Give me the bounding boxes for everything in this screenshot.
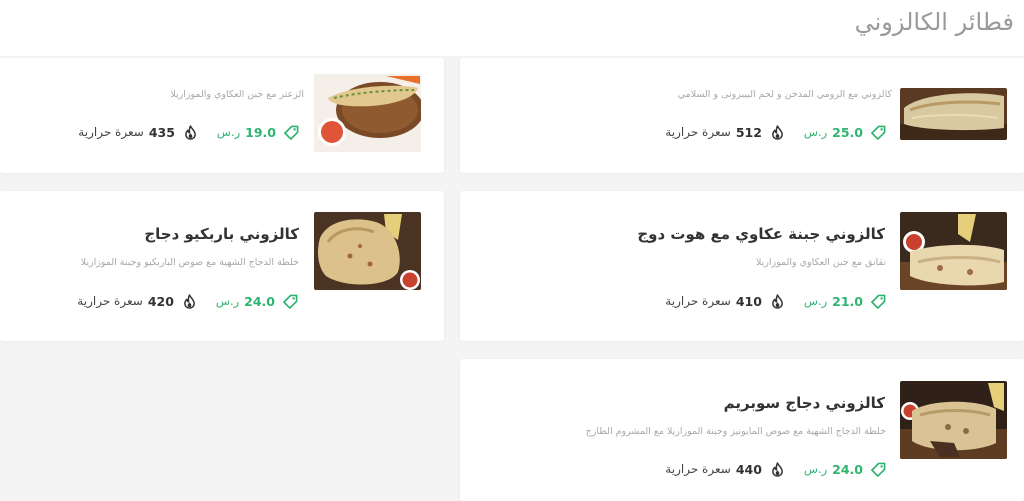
item-price: 21.0	[832, 293, 863, 309]
item-photo	[900, 212, 1007, 290]
currency-label: ر.س	[215, 294, 240, 308]
item-description: الزعتر مع جبن العكاوي والموزاريلا	[170, 89, 304, 100]
item-description: نقانق مع جبن العكاوي والموزاريلا	[755, 257, 886, 268]
menu-item-card[interactable]: كالزوني جبنة عكاوي مع هوت دوج نقانق مع ج…	[460, 191, 1024, 341]
price-tag-icon	[871, 294, 886, 309]
item-meta: سعرة حرارية 420 ر.س 24.0	[77, 292, 298, 310]
calories-label: سعرة حرارية	[665, 294, 731, 308]
calories-label: سعرة حرارية	[78, 125, 144, 139]
item-price: 24.0	[832, 461, 863, 477]
item-calories: 440	[735, 461, 762, 477]
item-calories: 410	[735, 293, 762, 309]
flame-icon	[771, 294, 784, 309]
currency-label: ر.س	[803, 294, 828, 308]
calories-label: سعرة حرارية	[77, 294, 143, 308]
price-tag-icon	[871, 462, 886, 477]
calories-label: سعرة حرارية	[665, 125, 731, 139]
item-calories: 420	[147, 293, 174, 309]
item-meta: سعرة حرارية 440 ر.س 24.0	[665, 460, 886, 478]
price-tag-icon	[871, 125, 886, 140]
flame-icon	[771, 125, 784, 140]
menu-item-card[interactable]: كالزوني دجاج سوبريم خلطة الدجاج الشهية م…	[460, 359, 1024, 501]
item-photo	[900, 88, 1007, 140]
item-description: خلطة الدجاج الشهية مع صوص الباربكيو وجبن…	[80, 257, 299, 268]
flame-icon	[771, 462, 784, 477]
item-calories: 512	[735, 124, 762, 140]
item-name: كالزوني جبنة عكاوي مع هوت دوج	[637, 225, 885, 243]
item-photo	[900, 381, 1007, 459]
currency-label: ر.س	[803, 125, 828, 139]
item-price: 19.0	[245, 124, 276, 140]
flame-icon	[184, 125, 197, 140]
item-photo	[314, 212, 421, 290]
item-photo	[314, 74, 421, 152]
item-meta: سعرة حرارية 410 ر.س 21.0	[665, 292, 886, 310]
menu-item-card[interactable]: الزعتر مع جبن العكاوي والموزاريلا سعرة ح…	[0, 58, 444, 173]
item-description: كالزوني مع الرومي المدخن و لحم البيبرونى…	[677, 89, 892, 100]
item-calories: 435	[148, 124, 175, 140]
currency-label: ر.س	[216, 125, 241, 139]
calories-label: سعرة حرارية	[665, 462, 731, 476]
item-meta: سعرة حرارية 512 ر.س 25.0	[665, 123, 886, 141]
price-tag-icon	[284, 125, 299, 140]
price-tag-icon	[283, 294, 298, 309]
menu-item-card[interactable]: كالزوني باربكيو دجاج خلطة الدجاج الشهية …	[0, 191, 444, 341]
menu-item-card[interactable]: كالزوني مع الرومي المدخن و لحم البيبرونى…	[460, 58, 1024, 173]
item-price: 25.0	[832, 124, 863, 140]
item-name: كالزوني باربكيو دجاج	[144, 225, 299, 243]
item-meta: سعرة حرارية 435 ر.س 19.0	[78, 123, 299, 141]
item-price: 24.0	[244, 293, 275, 309]
item-name: كالزوني دجاج سوبريم	[723, 394, 885, 412]
section-title: فطائر الكالزوني	[854, 8, 1014, 36]
flame-icon	[183, 294, 196, 309]
item-description: خلطة الدجاج الشهية مع صوص المايونيز وجبن…	[585, 426, 886, 437]
currency-label: ر.س	[803, 462, 828, 476]
